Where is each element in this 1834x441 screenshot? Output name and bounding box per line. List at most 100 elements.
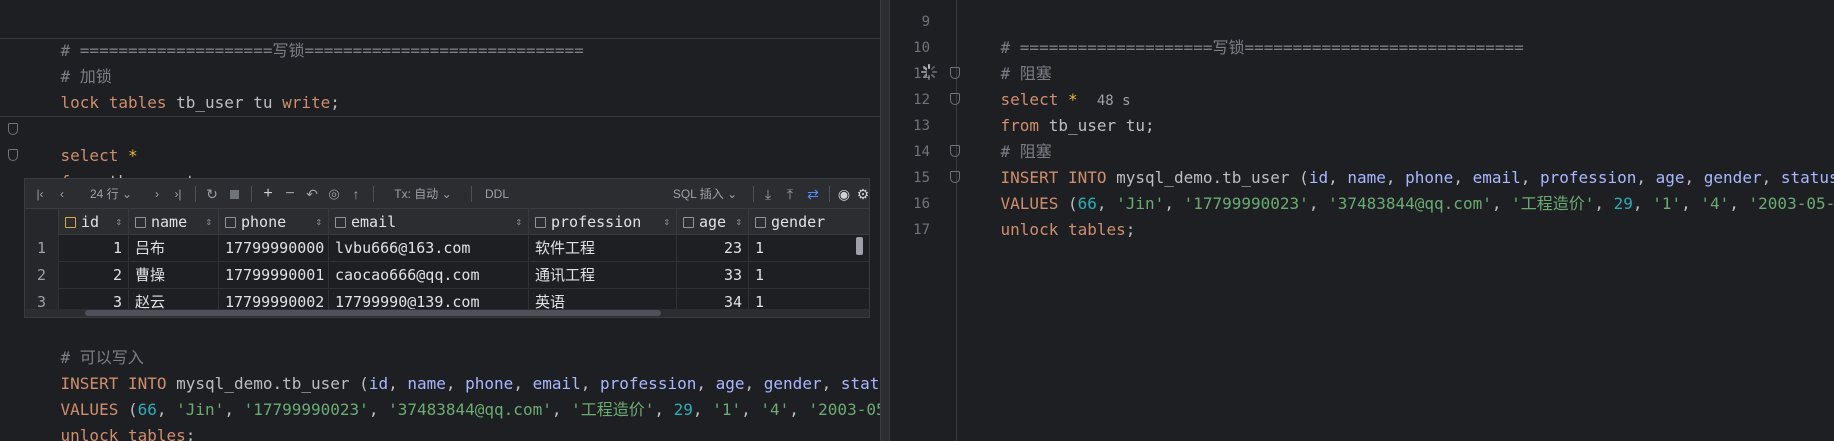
cell-phone[interactable]: 17799990000 <box>219 235 329 262</box>
column-header-age[interactable]: age ⇕ <box>677 209 749 235</box>
column-header-phone[interactable]: phone ⇕ <box>219 209 329 235</box>
keyword-tables: tables <box>1067 220 1126 239</box>
cell-age[interactable]: 33 <box>677 262 749 289</box>
code-line-comment-lock[interactable]: # 加锁 <box>22 38 880 86</box>
code-line-from[interactable]: from tb_user tu; <box>962 87 1834 135</box>
split-pane-divider[interactable] <box>880 0 890 441</box>
column-header-email[interactable]: email ⇕ <box>329 209 529 235</box>
tx-mode-dropdown[interactable]: Tx: 自动 ⌄ <box>383 179 463 209</box>
toolbar-divider <box>373 186 374 202</box>
tx-mode-label: Tx: 自动 <box>394 187 439 201</box>
add-row-icon[interactable]: + <box>259 179 277 209</box>
delete-row-icon[interactable]: − <box>281 179 299 209</box>
prev-page-icon[interactable]: ‹ <box>53 179 71 209</box>
gear-icon[interactable]: ⚙ <box>855 179 871 209</box>
row-count-dropdown[interactable]: 24 行 ⌄ <box>81 179 141 209</box>
key-column-icon <box>65 216 76 228</box>
preview-icon[interactable]: ◎ <box>325 179 343 209</box>
code-line-comment-can-write[interactable]: # 可以写入 <box>22 319 880 367</box>
sort-icon[interactable]: ⇕ <box>315 209 322 235</box>
code-line-select[interactable]: select * 48 s <box>962 61 1834 109</box>
cell-phone[interactable]: 17799990001 <box>219 262 329 289</box>
column-label: id <box>81 213 100 231</box>
cell-profession[interactable]: 软件工程 <box>529 235 677 262</box>
import-icon[interactable]: ⤒ <box>781 179 799 209</box>
code-line-unlock[interactable]: unlock tables; <box>22 397 880 441</box>
fold-marker-icon[interactable] <box>8 149 18 161</box>
code-line-comment-write-lock[interactable]: # ====================写锁================… <box>22 12 880 60</box>
sql-mode-dropdown[interactable]: SQL 插入 ⌄ <box>665 179 745 209</box>
sort-icon[interactable]: ⇕ <box>735 209 742 235</box>
cell-profession[interactable]: 英语 <box>529 289 677 310</box>
sort-icon[interactable]: ⇕ <box>115 209 122 235</box>
column-icon <box>683 216 694 228</box>
view-icon[interactable]: ◉ <box>835 179 853 209</box>
first-page-icon[interactable]: |‹ <box>31 179 49 209</box>
ddl-button[interactable]: DDL <box>481 179 513 209</box>
column-header-profession[interactable]: profession ⇕ <box>529 209 677 235</box>
fold-marker-icon[interactable] <box>950 93 960 105</box>
column-label: email <box>351 213 397 231</box>
refresh-icon[interactable]: ↻ <box>203 179 221 209</box>
cell-phone[interactable]: 17799990002 <box>219 289 329 310</box>
column-header-id[interactable]: id ⇕ <box>59 209 129 235</box>
horizontal-scrollbar[interactable] <box>25 309 869 317</box>
export-icon[interactable]: ⤓ <box>759 179 777 209</box>
sort-icon[interactable]: ⇕ <box>663 209 670 235</box>
code-line-from[interactable]: from tb_user tu; <box>22 143 880 191</box>
vertical-scrollbar-thumb[interactable] <box>856 237 863 255</box>
fold-marker-icon[interactable] <box>950 67 960 79</box>
cell-name[interactable]: 曹操 <box>129 262 219 289</box>
revert-icon[interactable]: ↶ <box>303 179 321 209</box>
column-icon <box>755 216 766 228</box>
code-line-values[interactable]: VALUES (66, 'Jin', '17799990023', '37483… <box>962 165 1834 213</box>
stop-icon[interactable] <box>225 179 243 209</box>
code-line-values[interactable]: VALUES (66, 'Jin', '17799990023', '37483… <box>22 371 880 419</box>
cell-id[interactable]: 3 <box>59 289 129 310</box>
table-row[interactable]: 2 2 曹操 17799990001 caocao666@qq.com 通讯工程… <box>25 262 869 289</box>
cell-gender[interactable]: 1 <box>749 262 849 289</box>
right-editor-pane[interactable]: 9 10 11 12 13 14 15 16 17 # ============… <box>890 0 1834 441</box>
table-row[interactable]: 1 1 吕布 17799990000 lvbu666@163.com 软件工程 … <box>25 235 869 262</box>
grid-toolbar: |‹ ‹ 24 行 ⌄ › ›| ↻ + − ↶ ◎ ↑ Tx: 自动 ⌄ DD… <box>25 179 869 209</box>
column-header-gender[interactable]: gender <box>749 209 871 235</box>
cell-age[interactable]: 23 <box>677 235 749 262</box>
code-line-unlock[interactable]: unlock tables; <box>962 191 1834 239</box>
cell-email[interactable]: caocao666@qq.com <box>329 262 529 289</box>
cell-age[interactable]: 34 <box>677 289 749 310</box>
code-line-select[interactable]: select * <box>22 117 880 165</box>
code-line-comment-write-lock[interactable]: # ====================写锁================… <box>962 9 1834 57</box>
cell-gender[interactable]: 1 <box>749 235 849 262</box>
code-line-insert[interactable]: INSERT INTO mysql_demo.tb_user (id, name… <box>962 139 1834 187</box>
horizontal-scrollbar-thumb[interactable] <box>85 310 661 316</box>
fold-marker-icon[interactable] <box>8 123 18 135</box>
cell-email[interactable]: lvbu666@163.com <box>329 235 529 262</box>
compare-icon[interactable]: ⇄ <box>803 179 823 209</box>
cell-name[interactable]: 吕布 <box>129 235 219 262</box>
row-number-header <box>25 209 59 235</box>
fold-marker-icon[interactable] <box>950 171 960 183</box>
cell-name[interactable]: 赵云 <box>129 289 219 310</box>
sql-mode-label: SQL 插入 <box>672 187 724 201</box>
cell-email[interactable]: 17799990@139.com <box>329 289 529 310</box>
result-grid[interactable]: |‹ ‹ 24 行 ⌄ › ›| ↻ + − ↶ ◎ ↑ Tx: 自动 ⌄ DD… <box>24 178 870 318</box>
column-header-name[interactable]: name ⇕ <box>129 209 219 235</box>
next-page-icon[interactable]: › <box>149 179 165 209</box>
submit-icon[interactable]: ↑ <box>347 179 365 209</box>
toolbar-divider <box>753 186 754 202</box>
cell-id[interactable]: 2 <box>59 262 129 289</box>
keyword-lock: lock <box>60 93 100 112</box>
code-line-comment-blocked[interactable]: # 阻塞 <box>962 113 1834 161</box>
fold-marker-icon[interactable] <box>950 145 960 157</box>
last-page-icon[interactable]: ›| <box>169 179 187 209</box>
code-line-lock-tables[interactable]: lock tables tb_user tu write; <box>22 64 880 112</box>
cell-profession[interactable]: 通讯工程 <box>529 262 677 289</box>
sort-icon[interactable]: ⇕ <box>515 209 522 235</box>
cell-gender[interactable]: 1 <box>749 289 849 310</box>
sort-icon[interactable]: ⇕ <box>205 209 212 235</box>
code-line-insert[interactable]: INSERT INTO mysql_demo.tb_user (id, name… <box>22 345 880 393</box>
cell-id[interactable]: 1 <box>59 235 129 262</box>
code-line-comment-blocked[interactable]: # 阻塞 <box>962 35 1834 83</box>
table-row[interactable]: 3 3 赵云 17799990002 17799990@139.com 英语 3… <box>25 289 869 311</box>
left-editor-pane[interactable]: # ====================写锁================… <box>0 0 880 441</box>
